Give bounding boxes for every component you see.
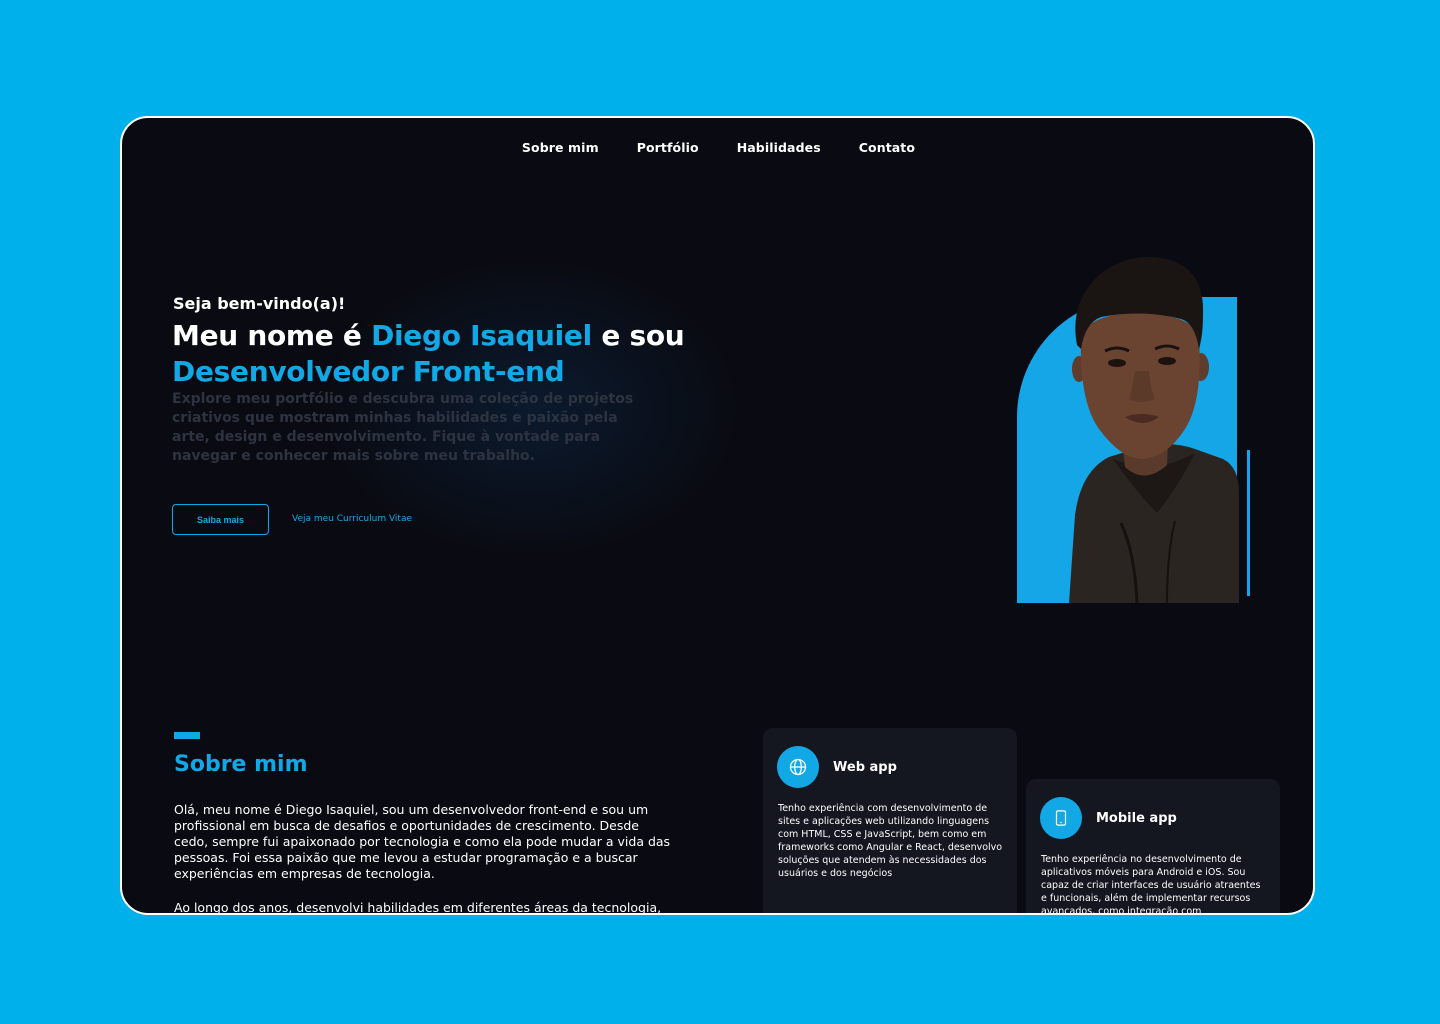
about-paragraph-2: Ao longo dos anos, desenvolvi habilidade…	[174, 900, 662, 915]
profile-photo	[1017, 253, 1257, 605]
hero-intro: Explore meu portfólio e descubra uma col…	[172, 391, 634, 464]
browser-frame: Sobre mim Portfólio Habilidades Contato …	[120, 116, 1315, 915]
nav-item-contato[interactable]: Contato	[859, 140, 915, 155]
section-accent-bar	[174, 732, 200, 739]
card-text: Tenho experiência no desenvolvimento de …	[1041, 854, 1261, 915]
person-photo	[1069, 257, 1239, 603]
globe-icon	[777, 746, 819, 788]
hero-headline: Meu nome é Diego Isaquiel e sou Desenvol…	[172, 318, 692, 390]
about-title: Sobre mim	[174, 752, 308, 777]
headline-name: Diego Isaquiel	[371, 319, 592, 352]
saiba-mais-button[interactable]: Saiba mais	[172, 504, 269, 535]
cv-link[interactable]: Veja meu Curriculum Vitae	[292, 514, 412, 524]
card-title: Mobile app	[1096, 811, 1177, 826]
hero-greeting: Seja bem-vindo(a)!	[173, 294, 346, 313]
card-text: Tenho experiência com desenvolvimento de…	[778, 803, 1003, 879]
nav-item-sobre-mim[interactable]: Sobre mim	[522, 140, 599, 155]
nav-item-portfolio[interactable]: Portfólio	[637, 140, 699, 155]
headline-role: Desenvolvedor Front-end	[172, 355, 565, 388]
headline-text-2: e sou	[591, 319, 685, 352]
smartphone-icon	[1040, 797, 1082, 839]
about-paragraph-1: Olá, meu nome é Diego Isaquiel, sou um d…	[174, 802, 671, 881]
headline-text-1: Meu nome é	[172, 319, 372, 352]
nav-item-habilidades[interactable]: Habilidades	[737, 140, 821, 155]
card-mobile-app: Mobile app Tenho experiência no desenvol…	[1026, 779, 1280, 915]
card-web-app: Web app Tenho experiência com desenvolvi…	[763, 728, 1017, 913]
photo-accent-line	[1247, 450, 1250, 596]
top-nav: Sobre mim Portfólio Habilidades Contato	[122, 140, 1313, 155]
card-title: Web app	[833, 760, 897, 775]
